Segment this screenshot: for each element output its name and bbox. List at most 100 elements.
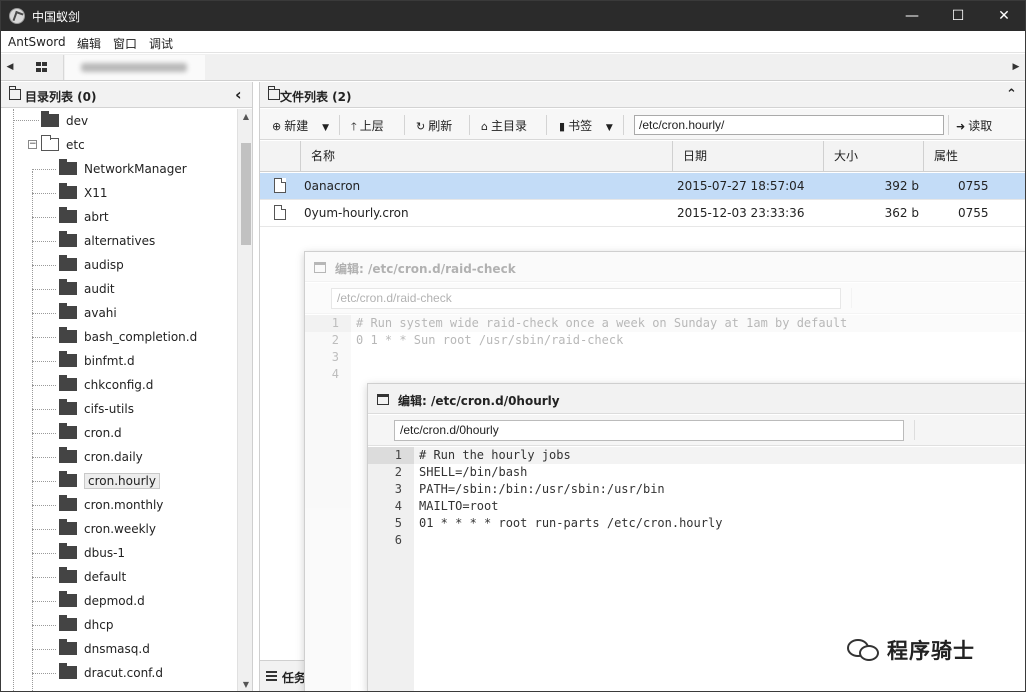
tree-node-cron-weekly[interactable]: cron.weekly [59, 517, 156, 541]
read-button[interactable]: ➜ 读取 [956, 117, 992, 134]
tab-home[interactable] [20, 55, 64, 80]
folder-icon [59, 159, 77, 175]
minimize-button[interactable]: — [889, 1, 935, 31]
bookmark-button[interactable]: ▮ 书签 ▼ [559, 117, 613, 134]
scrollbar-thumb[interactable] [241, 143, 251, 245]
tree-node-label: X11 [84, 186, 108, 200]
arrow-up-icon: 🡑 [351, 120, 357, 133]
folder-icon [59, 471, 77, 487]
tree-node-dhcp[interactable]: dhcp [59, 613, 113, 637]
scroll-down-arrow-icon[interactable]: ▼ [238, 677, 252, 691]
tree-node-label: abrt [84, 210, 109, 224]
tree-node-cifs-utils[interactable]: cifs-utils [59, 397, 134, 421]
editor-code-area[interactable]: # Run the hourly jobs SHELL=/bin/bash PATH… [414, 447, 1025, 549]
home-icon: ⌂ [481, 120, 488, 133]
tree-node-avahi[interactable]: avahi [59, 301, 117, 325]
menu-antsword[interactable]: AntSword [8, 35, 66, 49]
tree-node-default[interactable]: default [59, 565, 126, 589]
tab-shell-host[interactable] [65, 55, 205, 80]
tree-scrollbar[interactable]: ▲ ▼ [237, 109, 252, 691]
code-line[interactable]: SHELL=/bin/bash [414, 464, 1025, 481]
editor-code-area[interactable]: # Run system wide raid-check once a week… [351, 315, 1025, 383]
maximize-button[interactable]: ☐ [935, 1, 981, 31]
refresh-button[interactable]: ↻ 刷新 [416, 117, 452, 134]
folder-icon [59, 399, 77, 415]
tree-node-cron-monthly[interactable]: cron.monthly [59, 493, 163, 517]
tree-node-depmod-d[interactable]: depmod.d [59, 589, 145, 613]
close-button[interactable]: ✕ [981, 1, 1025, 31]
tree-node-cron-d[interactable]: cron.d [59, 421, 122, 445]
code-line[interactable] [414, 532, 1025, 549]
column-name[interactable]: 名称 [300, 141, 672, 172]
code-line[interactable]: MAILTO=root [414, 498, 1025, 515]
column-size[interactable]: 大小 [823, 141, 923, 172]
folder-open-icon [41, 135, 59, 151]
editor-title-bar[interactable]: 编辑: /etc/cron.d/0hourly [368, 384, 1025, 414]
folder-icon [59, 543, 77, 559]
file-name: 0yum-hourly.cron [304, 206, 409, 220]
tree-node-label: cron.daily [84, 450, 143, 464]
folder-icon [59, 327, 77, 343]
tree-node-chkconfig-d[interactable]: chkconfig.d [59, 373, 153, 397]
code-line[interactable] [351, 349, 1025, 366]
code-line[interactable] [351, 366, 1025, 383]
tree-node-bash-completion-d[interactable]: bash_completion.d [59, 325, 197, 349]
tree-node-cron-daily[interactable]: cron.daily [59, 445, 143, 469]
tab-scroll-right-button[interactable]: ▶ [1007, 54, 1025, 80]
folder-icon [59, 591, 77, 607]
tree-node-label: dev [66, 114, 89, 128]
scroll-up-arrow-icon[interactable]: ▲ [238, 109, 252, 125]
editor-title: 编辑: /etc/cron.d/0hourly [398, 394, 560, 408]
tree-node-label: dbus-1 [84, 546, 126, 560]
tree-node-dnsmasq-d[interactable]: dnsmasq.d [59, 637, 150, 661]
code-line[interactable]: # Run system wide raid-check once a week… [351, 315, 1025, 332]
list-icon [266, 671, 277, 681]
tree-node-dev[interactable]: dev [41, 109, 88, 133]
new-button[interactable]: ⊕ 新建 ▼ [272, 117, 329, 134]
collapse-left-button[interactable]: ‹ [235, 85, 242, 104]
path-input[interactable] [634, 115, 944, 135]
code-line[interactable]: 0 1 * * Sun root /usr/sbin/raid-check [351, 332, 1025, 349]
tree-node-dracut-conf-d[interactable]: dracut.conf.d [59, 661, 163, 685]
menu-debug[interactable]: 调试 [149, 35, 173, 52]
code-line[interactable]: PATH=/sbin:/bin:/usr/sbin:/usr/bin [414, 481, 1025, 498]
tree-node-abrt[interactable]: abrt [59, 205, 109, 229]
file-toolbar: ⊕ 新建 ▼ 🡑 上层 ↻ 刷新 ⌂ 主目录 ▮ 书签 ▼ /etc/cron.… [260, 109, 1025, 140]
editor-title-bar[interactable]: 编辑: /etc/cron.d/raid-check [305, 252, 1025, 282]
menu-window[interactable]: 窗口 [113, 35, 137, 52]
menu-edit[interactable]: 编辑 [77, 35, 101, 52]
code-line[interactable]: 01 * * * * root run-parts /etc/cron.hour… [414, 515, 1025, 532]
tree-node-audit[interactable]: audit [59, 277, 115, 301]
home-dir-button[interactable]: ⌂ 主目录 [481, 117, 527, 134]
line-number: 1 [305, 315, 351, 332]
tree-node-x11[interactable]: X11 [59, 181, 108, 205]
folder-icon [59, 375, 77, 391]
file-panel-header: 文件列表 (2) ⌃ [260, 82, 1025, 108]
editor-gutter: 12 3 4 [305, 315, 351, 691]
file-name: 0anacron [304, 179, 361, 193]
tree-node-cron-hourly[interactable]: cron.hourly [59, 469, 160, 493]
column-attr[interactable]: 属性 [923, 141, 1025, 172]
folder-icon [59, 639, 77, 655]
tab-scroll-left-button[interactable]: ◀ [1, 54, 19, 80]
file-date: 2015-07-27 18:57:04 [677, 179, 805, 193]
code-line[interactable]: # Run the hourly jobs [414, 447, 1025, 464]
editor-path-field[interactable]: /etc/cron.d/raid-check [331, 288, 841, 309]
parent-dir-button[interactable]: 🡑 上层 [351, 117, 384, 137]
tree-node-audisp[interactable]: audisp [59, 253, 124, 277]
folder-icon [59, 207, 77, 223]
file-row[interactable]: 0anacron 2015-07-27 18:57:04 392 b 0755 [260, 173, 1025, 200]
editor-path-field[interactable]: /etc/cron.d/0hourly [394, 420, 904, 441]
tree-node-etc[interactable]: etc [41, 133, 85, 157]
column-date[interactable]: 日期 [672, 141, 823, 172]
tree-node-label: binfmt.d [84, 354, 135, 368]
tree-node-dbus-1[interactable]: dbus-1 [59, 541, 125, 565]
tree-node-binfmt-d[interactable]: binfmt.d [59, 349, 135, 373]
tree-node-label: depmod.d [84, 594, 145, 608]
tree-expander-etc[interactable]: − [28, 140, 37, 149]
tree-node-alternatives[interactable]: alternatives [59, 229, 155, 253]
tree-node-label: avahi [84, 306, 117, 320]
file-row[interactable]: 0yum-hourly.cron 2015-12-03 23:33:36 362 b… [260, 200, 1025, 227]
tree-node-networkmanager[interactable]: NetworkManager [59, 157, 187, 181]
collapse-up-button[interactable]: ⌃ [1006, 87, 1017, 102]
